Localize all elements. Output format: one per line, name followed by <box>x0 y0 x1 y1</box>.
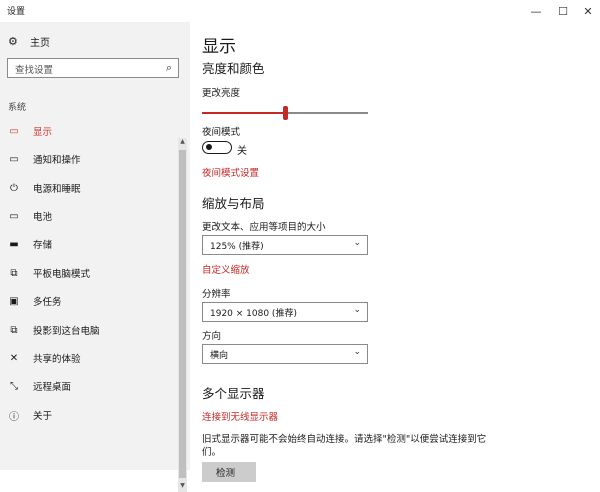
home-link[interactable]: ⚙ 主页 <box>8 34 50 49</box>
sidebar-item-shared[interactable]: ✕ 共享的体验 <box>0 347 176 369</box>
sidebar-item-tablet[interactable]: ⧉ 平板电脑模式 <box>0 262 176 284</box>
gear-icon: ⚙ <box>8 35 18 48</box>
sidebar-item-label: 远程桌面 <box>33 382 72 393</box>
chevron-down-icon: ⌄ <box>353 238 361 248</box>
resolution-dropdown[interactable]: 1920 × 1080 (推荐) ⌄ <box>202 302 368 322</box>
scale-label: 更改文本、应用等项目的大小 <box>202 222 326 233</box>
sidebar-item-label: 通知和操作 <box>33 155 81 166</box>
notification-icon: ▭ <box>9 153 19 165</box>
sidebar-item-display[interactable]: ▭ 显示 <box>0 120 176 142</box>
sidebar-item-power[interactable]: ⏻ 电源和睡眠 <box>0 177 176 199</box>
sidebar-scrollbar[interactable]: ▲ ▼ <box>178 138 187 492</box>
sidebar: ⚙ 主页 查找设置 ⌕ 系统 ▭ 显示 ▭ 通知和操作 ⏻ 电源和睡眠 ▭ 电池… <box>0 22 190 492</box>
multitask-icon: ▣ <box>9 295 19 307</box>
project-icon: ⧉ <box>10 324 18 336</box>
search-box[interactable]: 查找设置 ⌕ <box>7 58 179 78</box>
multi-display-heading: 多个显示器 <box>202 386 265 401</box>
sidebar-item-storage[interactable]: ▬ 存储 <box>0 233 176 255</box>
sidebar-item-label: 显示 <box>33 127 53 138</box>
scroll-up-icon[interactable]: ▲ <box>178 138 187 148</box>
night-mode-settings-link[interactable]: 夜间模式设置 <box>202 165 259 179</box>
maximize-button[interactable]: ☐ <box>551 0 575 22</box>
detect-button[interactable]: 检测 <box>202 462 256 482</box>
brightness-slider[interactable] <box>202 106 368 120</box>
slider-thumb[interactable] <box>283 106 288 120</box>
scale-value: 125% (推荐) <box>210 242 264 252</box>
resolution-value: 1920 × 1080 (推荐) <box>210 309 297 319</box>
sidebar-item-label: 平板电脑模式 <box>33 269 91 280</box>
minimize-button[interactable]: — <box>524 0 548 22</box>
sidebar-item-label: 电源和睡眠 <box>33 184 81 195</box>
brightness-heading: 亮度和颜色 <box>202 61 265 76</box>
info-icon: ⓘ <box>9 411 19 423</box>
sidebar-item-remote[interactable]: ⤡ 远程桌面 <box>0 375 176 397</box>
shared-icon: ✕ <box>9 352 19 364</box>
sidebar-item-project[interactable]: ⧉ 投影到这台电脑 <box>0 319 176 341</box>
scale-heading: 缩放与布局 <box>202 196 265 211</box>
scrollbar-thumb[interactable] <box>179 150 186 478</box>
sidebar-item-about[interactable]: ⓘ 关于 <box>0 404 176 426</box>
chevron-down-icon: ⌄ <box>353 347 361 357</box>
night-mode-toggle[interactable] <box>202 141 232 154</box>
toggle-knob <box>206 144 212 150</box>
display-icon: ▭ <box>9 125 19 137</box>
sidebar-item-label: 投影到这台电脑 <box>33 326 100 337</box>
title-bar: 设置 — ☐ ✕ <box>0 0 600 22</box>
scale-dropdown[interactable]: 125% (推荐) ⌄ <box>202 235 368 255</box>
sidebar-item-label: 共享的体验 <box>33 354 81 365</box>
sidebar-item-label: 存储 <box>33 240 53 251</box>
chevron-down-icon: ⌄ <box>353 305 361 315</box>
orientation-value: 横向 <box>210 351 229 361</box>
sidebar-item-label: 多任务 <box>33 297 62 308</box>
battery-icon: ▭ <box>9 210 19 222</box>
orientation-label: 方向 <box>202 331 222 342</box>
remote-icon: ⤡ <box>10 380 18 392</box>
resolution-label: 分辨率 <box>202 289 231 300</box>
page-title: 显示 <box>202 37 236 57</box>
scroll-down-icon[interactable]: ▼ <box>178 482 187 492</box>
window-title: 设置 <box>7 7 26 17</box>
orientation-dropdown[interactable]: 横向 ⌄ <box>202 344 368 364</box>
section-label: 系统 <box>8 103 27 113</box>
search-input[interactable]: 查找设置 <box>15 62 53 76</box>
close-button[interactable]: ✕ <box>576 0 600 22</box>
sidebar-item-notifications[interactable]: ▭ 通知和操作 <box>0 148 176 170</box>
detect-button-label: 检测 <box>216 468 236 479</box>
night-mode-state: 关 <box>237 146 247 157</box>
main-content: 显示 亮度和颜色 更改亮度 夜间模式 关 夜间模式设置 缩放与布局 更改文本、应… <box>190 22 600 482</box>
multi-display-description: 旧式显示器可能不会始终自动连接。请选择"检测"以便尝试连接到它们。 <box>202 434 487 458</box>
sidebar-item-multitask[interactable]: ▣ 多任务 <box>0 290 176 312</box>
search-icon[interactable]: ⌕ <box>166 61 172 75</box>
brightness-label: 更改亮度 <box>202 88 241 99</box>
home-label: 主页 <box>30 38 50 49</box>
storage-icon: ▬ <box>9 238 19 250</box>
night-mode-label: 夜间模式 <box>202 127 241 138</box>
power-icon: ⏻ <box>10 182 18 194</box>
custom-scale-link[interactable]: 自定义缩放 <box>202 262 250 276</box>
sidebar-item-battery[interactable]: ▭ 电池 <box>0 205 176 227</box>
sidebar-item-label: 电池 <box>33 212 53 223</box>
sidebar-item-label: 关于 <box>33 411 53 422</box>
slider-fill <box>202 112 285 114</box>
tablet-icon: ⧉ <box>10 267 18 279</box>
wireless-display-link[interactable]: 连接到无线显示器 <box>202 409 278 423</box>
